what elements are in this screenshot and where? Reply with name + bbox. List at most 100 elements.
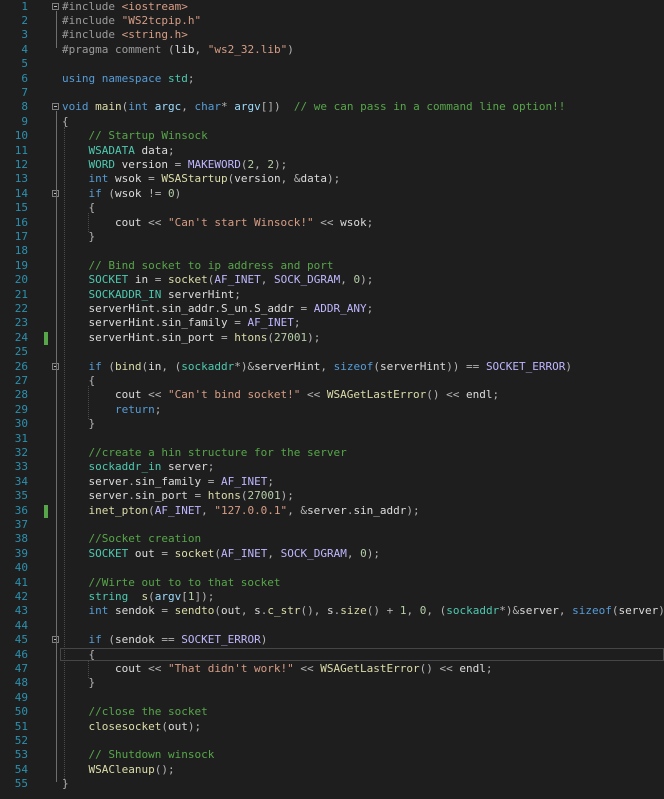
code-text[interactable]: } [62, 230, 95, 244]
code-text[interactable]: server.sin_family = AF_INET; [62, 475, 273, 489]
code-line-2[interactable]: 2 #include "WS2tcpip.h" [0, 14, 664, 28]
code-text[interactable]: if (sendok == SOCKET_ERROR) [62, 633, 267, 647]
code-line-53[interactable]: 53 // Shutdown winsock [0, 748, 664, 762]
collapse-icon[interactable] [52, 2, 59, 10]
code-line-5[interactable]: 5 [0, 57, 664, 71]
collapse-icon[interactable] [52, 103, 59, 111]
code-text[interactable]: #include <iostream> [62, 0, 188, 14]
code-text[interactable]: cout << "Can't start Winsock!" << wsok; [62, 216, 373, 230]
code-line-51[interactable]: 51 closesocket(out); [0, 720, 664, 734]
code-editor[interactable]: 1 #include <iostream> 2 #include "WS2tcpip.… [0, 0, 664, 799]
code-text[interactable]: { [62, 115, 69, 129]
code-text[interactable]: //create a hin structure for the server [62, 446, 346, 460]
code-line-12[interactable]: 12 WORD version = MAKEWORD(2, 2); [0, 158, 664, 172]
code-line-33[interactable]: 33 sockaddr_in server; [0, 460, 664, 474]
code-line-19[interactable]: 19 // Bind socket to ip address and port [0, 259, 664, 273]
code-text[interactable]: #include <string.h> [62, 28, 188, 42]
code-line-4[interactable]: 4 #pragma comment (lib, "ws2_32.lib") [0, 43, 664, 57]
code-line-35[interactable]: 35 server.sin_port = htons(27001); [0, 489, 664, 503]
code-text[interactable]: serverHint.sin_family = AF_INET; [62, 316, 300, 330]
code-text[interactable]: closesocket(out); [62, 720, 201, 734]
code-line-13[interactable]: 13 int wsok = WSAStartup(version, &data)… [0, 172, 664, 186]
code-line-17[interactable]: 17 } [0, 230, 664, 244]
code-line-50[interactable]: 50 //close the socket [0, 705, 664, 719]
code-text[interactable]: server.sin_port = htons(27001); [62, 489, 293, 503]
code-text[interactable]: SOCKADDR_IN serverHint; [62, 288, 240, 302]
code-line-27[interactable]: 27 { [0, 374, 664, 388]
code-text[interactable]: cout << "Can't bind socket!" << WSAGetLa… [62, 388, 499, 402]
code-line-26[interactable]: 26 if (bind(in, (sockaddr*)&serverHint, … [0, 360, 664, 374]
code-text[interactable]: } [62, 777, 69, 791]
code-line-54[interactable]: 54 WSACleanup(); [0, 763, 664, 777]
code-line-22[interactable]: 22 serverHint.sin_addr.S_un.S_addr = ADD… [0, 302, 664, 316]
code-line-14[interactable]: 14 if (wsok != 0) [0, 187, 664, 201]
code-text[interactable]: { [62, 201, 95, 215]
code-line-42[interactable]: 42 string s(argv[1]); [0, 590, 664, 604]
code-text[interactable]: serverHint.sin_addr.S_un.S_addr = ADDR_A… [62, 302, 373, 316]
code-text[interactable]: SOCKET out = socket(AF_INET, SOCK_DGRAM,… [62, 547, 379, 561]
code-text[interactable]: WSACleanup(); [62, 763, 174, 777]
code-line-6[interactable]: 6 using namespace std; [0, 72, 664, 86]
code-line-29[interactable]: 29 return; [0, 403, 664, 417]
code-line-34[interactable]: 34 server.sin_family = AF_INET; [0, 475, 664, 489]
code-text[interactable]: //Socket creation [62, 532, 201, 546]
code-line-49[interactable]: 49 [0, 691, 664, 705]
code-text[interactable]: cout << "That didn't work!" << WSAGetLas… [62, 662, 493, 676]
code-line-55[interactable]: 55} [0, 777, 664, 791]
code-text[interactable]: sockaddr_in server; [62, 460, 214, 474]
code-line-44[interactable]: 44 [0, 619, 664, 633]
code-text[interactable]: // Shutdown winsock [62, 748, 214, 762]
code-line-45[interactable]: 45 if (sendok == SOCKET_ERROR) [0, 633, 664, 647]
code-line-36[interactable]: 36 inet_pton(AF_INET, "127.0.0.1", &serv… [0, 504, 664, 518]
code-line-8[interactable]: 8 void main(int argc, char* argv[]) // we… [0, 100, 664, 114]
code-line-37[interactable]: 37 [0, 518, 664, 532]
code-line-31[interactable]: 31 [0, 432, 664, 446]
code-line-16[interactable]: 16 cout << "Can't start Winsock!" << wso… [0, 216, 664, 230]
code-line-3[interactable]: 3 #include <string.h> [0, 28, 664, 42]
code-line-38[interactable]: 38 //Socket creation [0, 532, 664, 546]
code-text[interactable]: void main(int argc, char* argv[]) // we … [62, 100, 565, 114]
code-line-30[interactable]: 30 } [0, 417, 664, 431]
code-text[interactable]: using namespace std; [62, 72, 194, 86]
code-text[interactable]: if (bind(in, (sockaddr*)&serverHint, siz… [62, 360, 572, 374]
code-line-21[interactable]: 21 SOCKADDR_IN serverHint; [0, 288, 664, 302]
code-text[interactable]: WORD version = MAKEWORD(2, 2); [62, 158, 287, 172]
code-line-15[interactable]: 15 { [0, 201, 664, 215]
code-text[interactable]: //Wirte out to to that socket [62, 576, 280, 590]
code-text[interactable]: return; [62, 403, 161, 417]
code-text[interactable]: inet_pton(AF_INET, "127.0.0.1", &server.… [62, 504, 419, 518]
code-line-23[interactable]: 23 serverHint.sin_family = AF_INET; [0, 316, 664, 330]
code-line-28[interactable]: 28 cout << "Can't bind socket!" << WSAGe… [0, 388, 664, 402]
code-line-20[interactable]: 20 SOCKET in = socket(AF_INET, SOCK_DGRA… [0, 273, 664, 287]
code-text[interactable]: if (wsok != 0) [62, 187, 181, 201]
code-line-9[interactable]: 9{ [0, 115, 664, 129]
code-line-52[interactable]: 52 [0, 734, 664, 748]
code-text[interactable]: #include "WS2tcpip.h" [62, 14, 201, 28]
code-line-43[interactable]: 43 int sendok = sendto(out, s.c_str(), s… [0, 604, 664, 618]
code-text[interactable]: } [62, 417, 95, 431]
code-text[interactable]: #pragma comment (lib, "ws2_32.lib") [62, 43, 294, 57]
code-line-18[interactable]: 18 [0, 244, 664, 258]
code-text[interactable]: SOCKET in = socket(AF_INET, SOCK_DGRAM, … [62, 273, 373, 287]
code-text[interactable]: // Startup Winsock [62, 129, 207, 143]
code-text[interactable]: // Bind socket to ip address and port [62, 259, 333, 273]
code-line-48[interactable]: 48 } [0, 676, 664, 690]
code-text[interactable]: { [62, 374, 95, 388]
code-line-40[interactable]: 40 [0, 561, 664, 575]
code-line-46[interactable]: 46 { [0, 647, 664, 662]
code-text[interactable]: //close the socket [62, 705, 207, 719]
code-line-24[interactable]: 24 serverHint.sin_port = htons(27001); [0, 331, 664, 345]
code-text[interactable]: int wsok = WSAStartup(version, &data); [62, 172, 340, 186]
code-line-11[interactable]: 11 WSADATA data; [0, 144, 664, 158]
code-text[interactable]: string s(argv[1]); [62, 590, 214, 604]
code-text[interactable]: int sendok = sendto(out, s.c_str(), s.si… [62, 604, 664, 618]
code-line-39[interactable]: 39 SOCKET out = socket(AF_INET, SOCK_DGR… [0, 547, 664, 561]
code-text[interactable]: WSADATA data; [62, 144, 174, 158]
code-text[interactable]: serverHint.sin_port = htons(27001); [62, 331, 320, 345]
code-line-25[interactable]: 25 [0, 345, 664, 359]
code-line-32[interactable]: 32 //create a hin structure for the serv… [0, 446, 664, 460]
code-line-7[interactable]: 7 [0, 86, 664, 100]
code-line-47[interactable]: 47 cout << "That didn't work!" << WSAGet… [0, 662, 664, 676]
code-line-41[interactable]: 41 //Wirte out to to that socket [0, 576, 664, 590]
code-line-10[interactable]: 10 // Startup Winsock [0, 129, 664, 143]
